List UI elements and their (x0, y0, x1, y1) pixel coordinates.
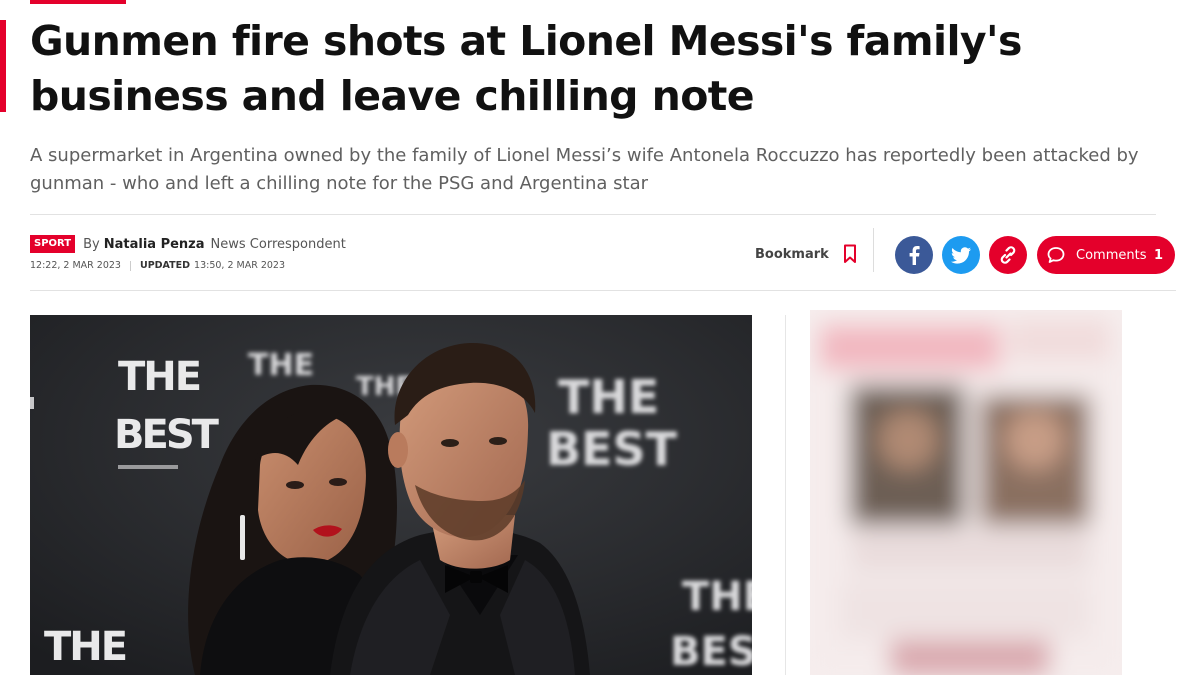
bookmark-label: Bookmark (755, 246, 829, 262)
backdrop-logo-text: THE (44, 624, 126, 670)
author-role: News Correspondent (210, 236, 346, 252)
backdrop-logo-text: THE (248, 348, 314, 383)
section-tag[interactable]: SPORT (30, 235, 76, 253)
article-standfirst: A supermarket in Argentina owned by the … (30, 145, 1139, 194)
sidebar-advertisement[interactable] (810, 310, 1122, 675)
divider-top (30, 214, 1156, 215)
hero-image[interactable]: THE BEST THE THE THE BEST THE BEST THE (30, 315, 752, 675)
updated-label: UPDATED (139, 260, 191, 271)
byline-prefix: By (83, 236, 100, 252)
divider-bottom (30, 290, 1176, 291)
top-accent-bar (30, 0, 126, 4)
actions-separator (873, 228, 874, 272)
article-page: Gunmen fire shots at Lionel Messi's fami… (0, 0, 1200, 675)
headline-accent-rule (0, 20, 6, 112)
facebook-share-button[interactable] (895, 236, 933, 274)
bookmark-icon (843, 244, 856, 263)
backdrop-logo-text: THE (118, 354, 200, 400)
comment-icon (1047, 247, 1065, 263)
article-headline: Gunmen fire shots at Lionel Messi's fami… (30, 17, 1022, 120)
comments-button[interactable]: Comments 1 (1037, 236, 1175, 274)
updated-date: 13:50, 2 MAR 2023 (194, 260, 286, 271)
backdrop-logo-text: BEST (546, 422, 678, 476)
link-icon (1000, 246, 1016, 264)
sidebar-divider (785, 315, 786, 675)
twitter-share-button[interactable] (942, 236, 980, 274)
backdrop-logo-text: THE (558, 370, 659, 424)
article-dates: 12:22, 2 MAR 2023 UPDATED 13:50, 2 MAR 2… (30, 260, 285, 271)
bookmark-button[interactable]: Bookmark (755, 244, 857, 264)
backdrop-logo-text: THE (682, 574, 752, 620)
author-name[interactable]: Natalia Penza (104, 237, 205, 252)
date-separator (129, 260, 131, 271)
published-date: 12:22, 2 MAR 2023 (30, 260, 121, 271)
twitter-icon (951, 247, 971, 264)
facebook-icon (909, 246, 920, 265)
byline: SPORT By Natalia Penza News Corresponden… (30, 234, 346, 254)
copy-link-button[interactable] (989, 236, 1027, 274)
backdrop-logo-text: BEST (670, 629, 752, 675)
comments-label: Comments (1076, 247, 1147, 263)
backdrop-logo-text: BEST (114, 412, 220, 458)
comments-count: 1 (1153, 247, 1163, 263)
